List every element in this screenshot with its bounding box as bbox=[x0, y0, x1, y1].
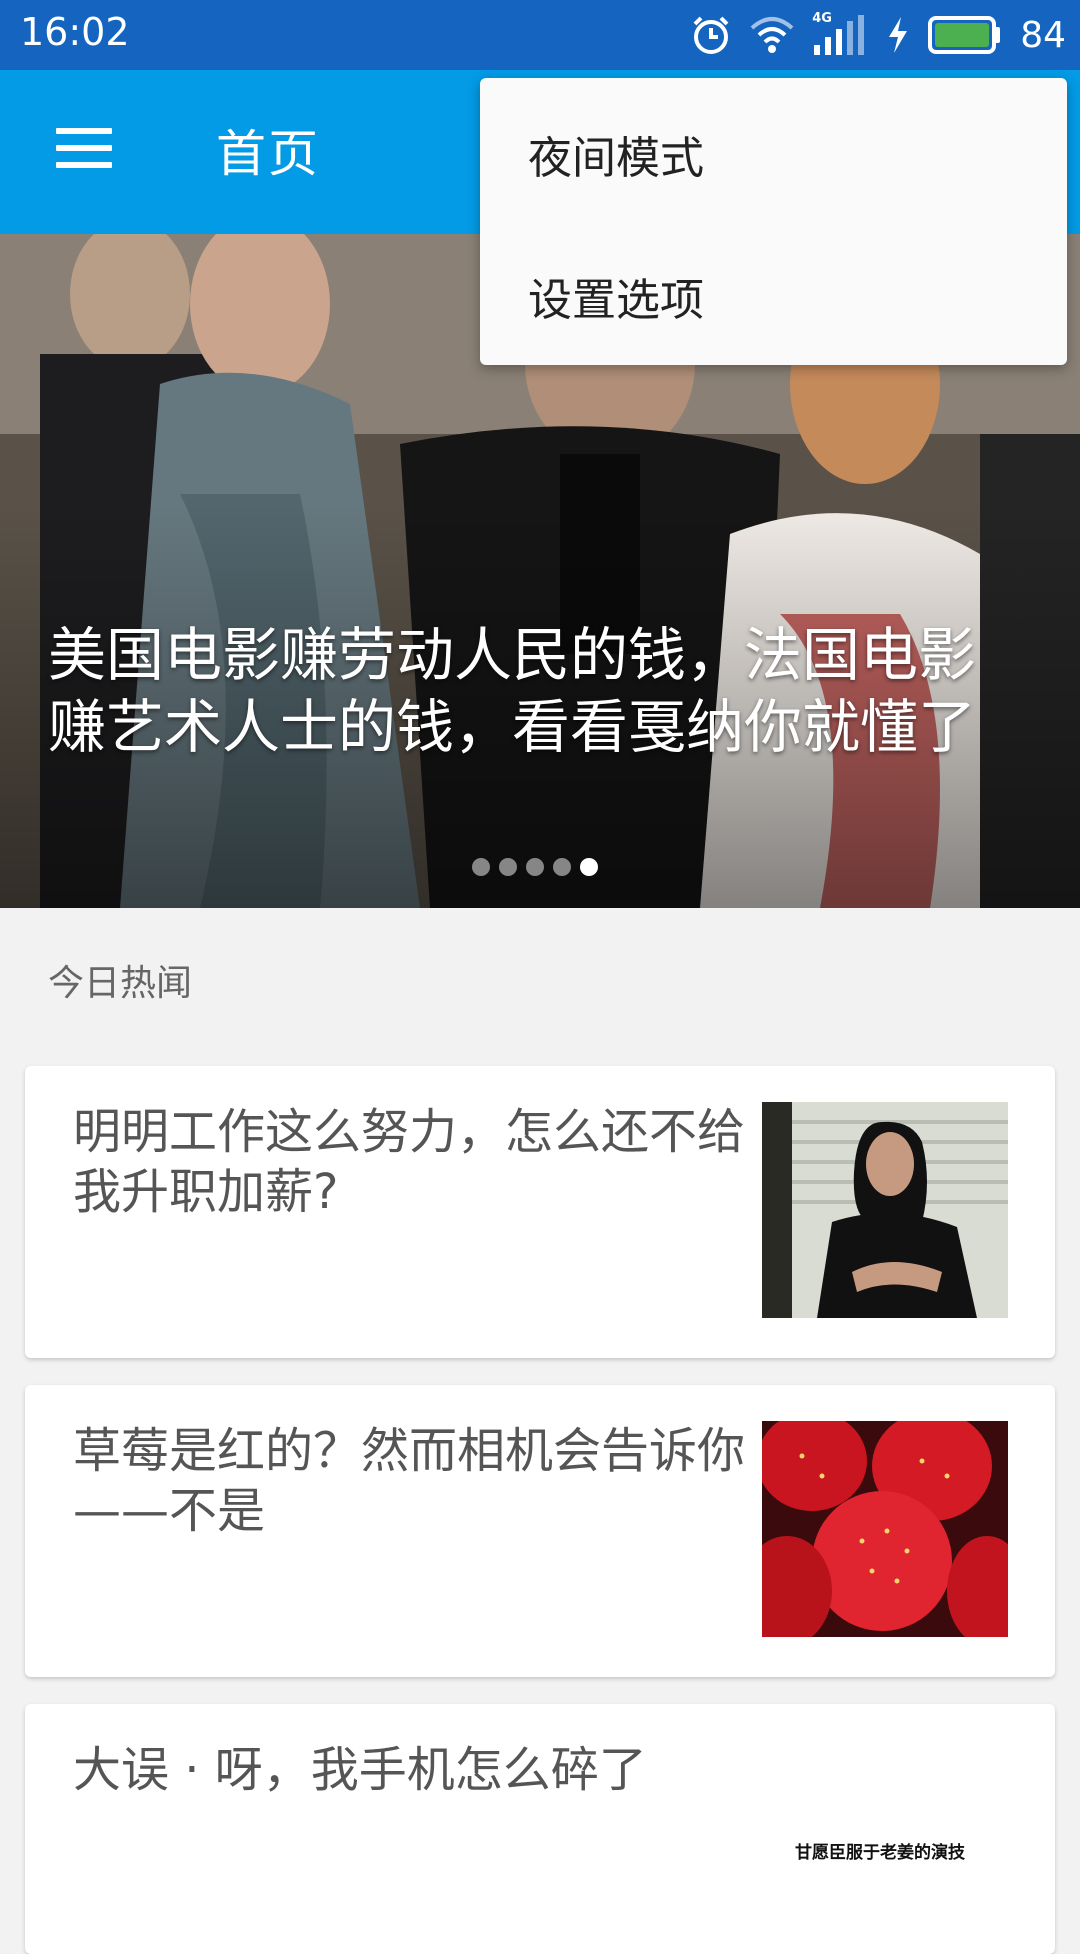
news-thumbnail bbox=[762, 1421, 1008, 1637]
status-time: 16:02 bbox=[20, 10, 130, 54]
news-card[interactable]: 草莓是红的？然而相机会告诉你——不是 bbox=[25, 1385, 1055, 1677]
news-thumbnail-caption: 甘愿臣服于老姜的演技 bbox=[795, 1843, 965, 1863]
carousel-indicator bbox=[472, 858, 598, 876]
news-card[interactable]: 明明工作这么努力，怎么还不给我升职加薪? bbox=[25, 1066, 1055, 1358]
carousel-dot[interactable] bbox=[553, 858, 571, 876]
news-title: 草莓是红的？然而相机会告诉你——不是 bbox=[73, 1423, 746, 1539]
alarm-icon bbox=[693, 16, 729, 54]
section-title: 今日热闻 bbox=[48, 963, 193, 1004]
status-icons: 4G 84 bbox=[690, 8, 1066, 62]
hamburger-menu-icon[interactable] bbox=[44, 118, 124, 178]
status-bar: 16:02 4G 84 bbox=[0, 0, 1080, 70]
hero-title: 美国电影赚劳动人民的钱，法国电影赚艺术人士的钱，看看戛纳你就懂了 bbox=[48, 621, 977, 761]
battery-percentage: 84 bbox=[1020, 14, 1066, 56]
menu-item-settings[interactable]: 设置选项 bbox=[528, 264, 704, 328]
page-title: 首页 bbox=[216, 125, 320, 183]
signal-icon: 4G bbox=[812, 11, 868, 57]
carousel-dot[interactable] bbox=[499, 858, 517, 876]
battery-icon bbox=[928, 16, 1001, 54]
carousel-dot-active[interactable] bbox=[580, 858, 598, 876]
news-thumbnail bbox=[762, 1102, 1008, 1318]
news-title: 明明工作这么努力，怎么还不给我升职加薪? bbox=[73, 1104, 746, 1220]
news-card[interactable]: 大误 · 呀，我手机怎么碎了 甘愿臣服于老姜的演技 bbox=[25, 1704, 1055, 1954]
menu-item-night-mode[interactable]: 夜间模式 bbox=[528, 122, 704, 186]
charging-icon bbox=[889, 17, 908, 53]
news-title: 大误 · 呀，我手机怎么碎了 bbox=[73, 1742, 647, 1798]
carousel-dot[interactable] bbox=[472, 858, 490, 876]
overflow-menu: 夜间模式 设置选项 bbox=[480, 78, 1067, 365]
wifi-icon bbox=[750, 17, 794, 53]
carousel-dot[interactable] bbox=[526, 858, 544, 876]
